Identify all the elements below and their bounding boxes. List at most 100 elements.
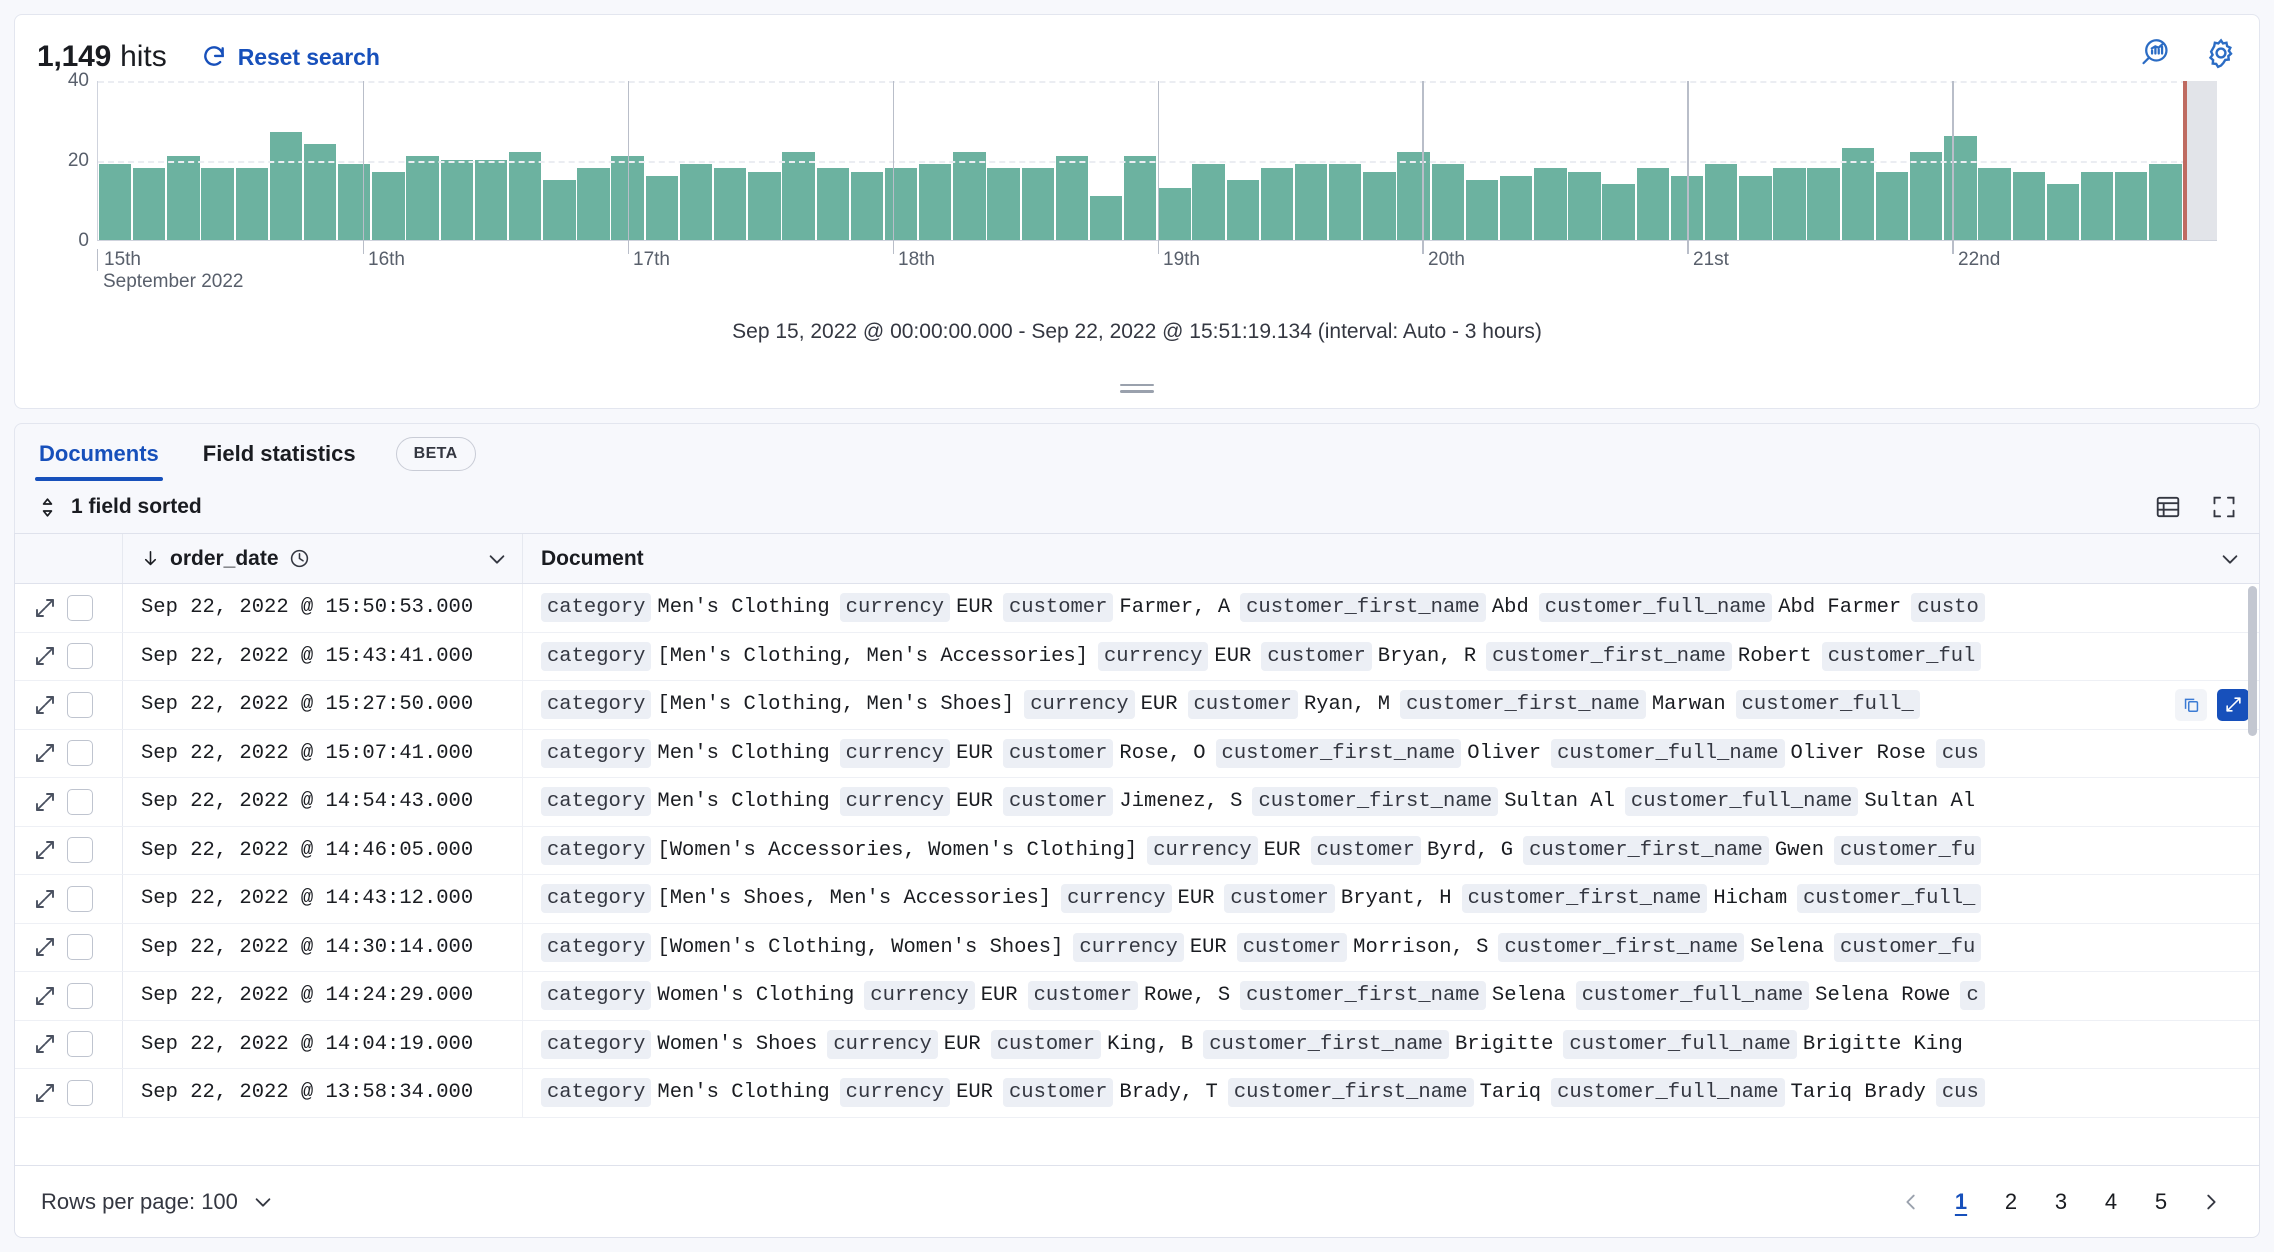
histogram-bar[interactable]	[646, 176, 678, 240]
table-row[interactable]: Sep 22, 2022 @ 14:46:05.000category[Wome…	[15, 827, 2259, 876]
row-select-checkbox[interactable]	[67, 643, 93, 669]
table-row[interactable]: Sep 22, 2022 @ 15:27:50.000category[Men'…	[15, 681, 2259, 730]
cell-document[interactable]: categoryWomen's ClothingcurrencyEURcusto…	[523, 972, 2259, 1020]
histogram-bar[interactable]	[851, 172, 883, 240]
histogram-bar[interactable]	[2081, 172, 2113, 240]
pagination-page-3[interactable]: 3	[2039, 1180, 2083, 1224]
histogram-bar[interactable]	[201, 168, 233, 240]
histogram-bar[interactable]	[1876, 172, 1908, 240]
histogram-bar[interactable]	[953, 152, 985, 240]
histogram-bar[interactable]	[2013, 172, 2045, 240]
histogram-bar[interactable]	[1329, 164, 1361, 240]
reset-search-button[interactable]: Reset search	[201, 44, 380, 71]
histogram-bar[interactable]	[680, 164, 712, 240]
histogram-bar[interactable]	[99, 164, 131, 240]
table-row[interactable]: Sep 22, 2022 @ 14:43:12.000category[Men'…	[15, 875, 2259, 924]
histogram-bar[interactable]	[1978, 168, 2010, 240]
histogram-bar[interactable]	[2047, 184, 2079, 240]
histogram-bar[interactable]	[133, 168, 165, 240]
expand-row-icon[interactable]	[33, 1081, 57, 1105]
row-select-checkbox[interactable]	[67, 837, 93, 863]
copy-cell-icon[interactable]	[2175, 689, 2207, 721]
row-select-checkbox[interactable]	[67, 740, 93, 766]
cell-order-date[interactable]: Sep 22, 2022 @ 13:58:34.000	[123, 1069, 523, 1117]
table-row[interactable]: Sep 22, 2022 @ 14:24:29.000categoryWomen…	[15, 972, 2259, 1021]
column-menu-document-icon[interactable]	[2219, 548, 2241, 570]
histogram-bar[interactable]	[1534, 168, 1566, 240]
histogram-bar[interactable]	[885, 168, 917, 240]
histogram-bar[interactable]	[748, 172, 780, 240]
histogram-bar[interactable]	[1705, 164, 1737, 240]
row-select-checkbox[interactable]	[67, 886, 93, 912]
cell-document[interactable]: category[Men's Shoes, Men's Accessories]…	[523, 875, 2259, 923]
expand-row-icon[interactable]	[33, 1032, 57, 1056]
row-select-checkbox[interactable]	[67, 692, 93, 718]
cell-document[interactable]: categoryMen's ClothingcurrencyEURcustome…	[523, 584, 2259, 632]
histogram-bar[interactable]	[2115, 172, 2147, 240]
histogram-bar[interactable]	[919, 164, 951, 240]
inspect-icon[interactable]	[2139, 37, 2171, 69]
histogram-bar[interactable]	[475, 160, 507, 240]
histogram-bar[interactable]	[1363, 172, 1395, 240]
histogram-bar[interactable]	[577, 168, 609, 240]
expand-row-icon[interactable]	[33, 644, 57, 668]
expand-row-icon[interactable]	[33, 596, 57, 620]
histogram-bar[interactable]	[1807, 168, 1839, 240]
histogram-bar[interactable]	[1192, 164, 1224, 240]
expand-row-icon[interactable]	[33, 790, 57, 814]
histogram-bar[interactable]	[2149, 164, 2181, 240]
pagination-previous-button[interactable]	[1889, 1180, 1933, 1224]
expand-row-icon[interactable]	[33, 838, 57, 862]
row-select-checkbox[interactable]	[67, 1080, 93, 1106]
cell-document[interactable]: categoryMen's ClothingcurrencyEURcustome…	[523, 730, 2259, 778]
column-header-document[interactable]: Document	[523, 534, 2259, 583]
row-select-checkbox[interactable]	[67, 983, 93, 1009]
histogram-bar[interactable]	[1568, 172, 1600, 240]
tab-documents[interactable]: Documents	[35, 441, 163, 481]
cell-order-date[interactable]: Sep 22, 2022 @ 15:43:41.000	[123, 633, 523, 681]
cell-document[interactable]: category[Women's Accessories, Women's Cl…	[523, 827, 2259, 875]
histogram-bar[interactable]	[1295, 164, 1327, 240]
histogram-bar[interactable]	[1466, 180, 1498, 240]
histogram-bar[interactable]	[1056, 156, 1088, 240]
histogram-bar[interactable]	[987, 168, 1019, 240]
histogram-bar[interactable]	[817, 168, 849, 240]
grid-vertical-scrollbar[interactable]	[2248, 586, 2257, 1161]
row-select-checkbox[interactable]	[67, 789, 93, 815]
table-row[interactable]: Sep 22, 2022 @ 14:54:43.000categoryMen's…	[15, 778, 2259, 827]
histogram-bar[interactable]	[1500, 176, 1532, 240]
pagination-page-1[interactable]: 1	[1939, 1180, 1983, 1224]
histogram-bar[interactable]	[167, 156, 199, 240]
histogram-bar[interactable]	[1261, 168, 1293, 240]
cell-document[interactable]: category[Men's Clothing, Men's Shoes]cur…	[523, 681, 2259, 729]
histogram-bar[interactable]	[1022, 168, 1054, 240]
row-select-checkbox[interactable]	[67, 934, 93, 960]
cell-order-date[interactable]: Sep 22, 2022 @ 14:43:12.000	[123, 875, 523, 923]
histogram-bar[interactable]	[406, 156, 438, 240]
table-row[interactable]: Sep 22, 2022 @ 15:43:41.000category[Men'…	[15, 633, 2259, 682]
table-row[interactable]: Sep 22, 2022 @ 13:58:34.000categoryMen's…	[15, 1069, 2259, 1118]
cell-document[interactable]: categoryWomen's ShoescurrencyEURcustomer…	[523, 1021, 2259, 1069]
table-row[interactable]: Sep 22, 2022 @ 14:04:19.000categoryWomen…	[15, 1021, 2259, 1070]
expand-row-icon[interactable]	[33, 693, 57, 717]
histogram-bar[interactable]	[270, 132, 302, 240]
fullscreen-icon[interactable]	[2211, 494, 2237, 520]
histogram-chart[interactable]: 02040 15th16th17th18th19th20th21st22nd S…	[43, 81, 2231, 266]
histogram-bar[interactable]	[1637, 168, 1669, 240]
histogram-bar[interactable]	[1773, 168, 1805, 240]
histogram-bar[interactable]	[543, 180, 575, 240]
table-row[interactable]: Sep 22, 2022 @ 14:30:14.000category[Wome…	[15, 924, 2259, 973]
column-header-order-date[interactable]: order_date	[123, 534, 523, 583]
histogram-bar[interactable]	[1397, 152, 1429, 240]
expand-row-icon[interactable]	[33, 984, 57, 1008]
cell-order-date[interactable]: Sep 22, 2022 @ 15:50:53.000	[123, 584, 523, 632]
expand-row-icon[interactable]	[33, 935, 57, 959]
histogram-bar[interactable]	[1158, 188, 1190, 240]
cell-document[interactable]: categoryMen's ClothingcurrencyEURcustome…	[523, 1069, 2259, 1117]
sort-fields-button[interactable]: 1 field sorted	[37, 495, 202, 519]
histogram-bar[interactable]	[1910, 152, 1942, 240]
panel-resize-handle[interactable]	[1120, 382, 1154, 394]
cell-order-date[interactable]: Sep 22, 2022 @ 15:07:41.000	[123, 730, 523, 778]
histogram-bar[interactable]	[1739, 176, 1771, 240]
rows-per-page-button[interactable]: Rows per page: 100	[41, 1189, 274, 1215]
